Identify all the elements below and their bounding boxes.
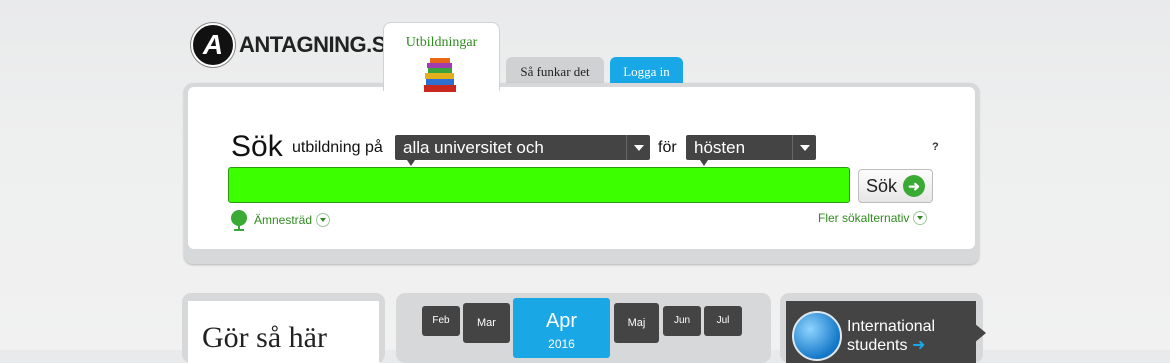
chevron-down-icon bbox=[791, 135, 816, 160]
search-button[interactable]: Sök ➜ bbox=[858, 169, 933, 203]
calendar-panel: Feb Mar Apr 2016 Maj Jun Jul bbox=[396, 293, 771, 363]
guide-panel: Gör så här bbox=[182, 293, 385, 363]
arrow-right-icon: ➜ bbox=[903, 175, 926, 197]
month-apr-selected[interactable]: Apr 2016 bbox=[513, 298, 610, 358]
month-mar[interactable]: Mar bbox=[463, 303, 510, 343]
month-feb[interactable]: Feb bbox=[422, 306, 460, 336]
selected-month: Apr bbox=[545, 310, 578, 332]
arrow-right-icon: ➜ bbox=[911, 337, 926, 354]
tree-icon bbox=[231, 210, 247, 231]
chevron-down-icon bbox=[625, 135, 650, 160]
international-panel[interactable]: International students ➜ bbox=[780, 293, 986, 363]
globe-icon bbox=[792, 311, 842, 361]
site-logo[interactable]: A ANTAGNING.SE bbox=[191, 23, 401, 67]
amnestrad-label: Ämnesträd bbox=[254, 213, 313, 227]
search-panel-inner: Sök utbildning på alla universitet och h… bbox=[188, 87, 975, 249]
chevron-down-icon bbox=[913, 211, 928, 225]
help-icon[interactable]: ? bbox=[932, 141, 939, 153]
tab-logga-in[interactable]: Logga in bbox=[610, 57, 683, 86]
search-prefix-text: utbildning på bbox=[292, 139, 383, 156]
search-button-label: Sök bbox=[865, 175, 898, 196]
selected-year: 2016 bbox=[548, 337, 575, 351]
term-select-value: hösten 2016 bbox=[694, 138, 746, 182]
school-select-value: alla universitet och högskolor bbox=[403, 138, 544, 182]
more-options-link[interactable]: Fler sökalternativ bbox=[818, 211, 928, 225]
more-options-label: Fler sökalternativ bbox=[818, 211, 910, 225]
month-jul[interactable]: Jul bbox=[704, 306, 742, 336]
month-maj[interactable]: Maj bbox=[614, 303, 659, 343]
month-jun[interactable]: Jun bbox=[663, 306, 701, 336]
tab-sa-funkar-det[interactable]: Så funkar det bbox=[506, 57, 604, 86]
search-panel: Sök utbildning på alla universitet och h… bbox=[184, 83, 979, 264]
tab-utbildningar-label: Utbildningar bbox=[405, 35, 478, 50]
search-input[interactable] bbox=[228, 167, 850, 203]
tab-utbildningar[interactable]: Utbildningar bbox=[383, 22, 500, 92]
chevron-down-icon bbox=[316, 213, 331, 227]
search-title: Sök bbox=[231, 130, 283, 163]
search-for-text: för bbox=[658, 139, 677, 156]
international-label: International students ➜ bbox=[847, 318, 936, 354]
term-select[interactable]: hösten 2016 bbox=[686, 135, 816, 182]
logo-mark: A bbox=[191, 23, 235, 67]
school-select[interactable]: alla universitet och högskolor bbox=[395, 135, 650, 182]
books-icon bbox=[424, 58, 456, 92]
amnestrad-link[interactable]: Ämnesträd bbox=[228, 209, 331, 231]
logo-text: ANTAGNING.SE bbox=[239, 32, 401, 57]
